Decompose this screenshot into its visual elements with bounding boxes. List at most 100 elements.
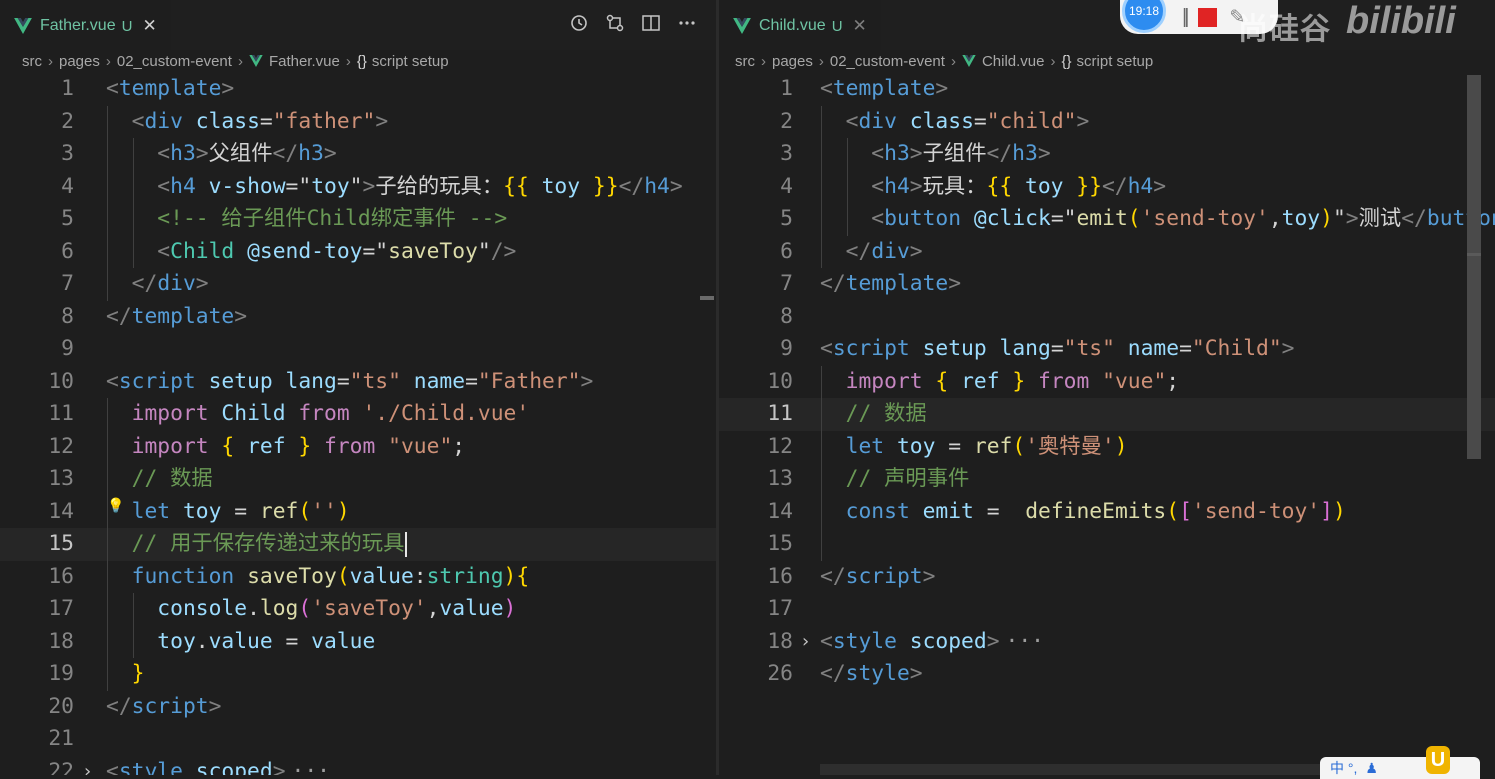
split-editor-icon[interactable] (640, 12, 662, 34)
code-token: '奥特曼' (1025, 433, 1115, 459)
breadcrumb: src › pages › 02_custom-event › Father.v… (22, 48, 716, 74)
code-editor[interactable]: 1 <template> 2 <div class="child"> 3 <h3>子组… (719, 73, 1495, 775)
code-token: </ (986, 141, 1013, 166)
code-line[interactable]: 12 let toy = ref('奥特曼') (719, 431, 1495, 464)
code-line[interactable]: 1 <template> (0, 73, 716, 106)
code-line[interactable]: 20 </script> (0, 691, 716, 724)
code-token: = (336, 368, 350, 394)
code-line[interactable]: 22 › <style scoped> ··· (0, 756, 716, 776)
code-text: </style> (820, 658, 923, 691)
timeline-icon[interactable] (568, 12, 590, 34)
code-line[interactable]: 21 (0, 723, 716, 756)
code-line[interactable]: 2 <div class="child"> (719, 106, 1495, 139)
code-token: name (1127, 336, 1180, 361)
breadcrumb-item[interactable]: src (735, 53, 755, 70)
breadcrumb-item[interactable]: pages (59, 53, 100, 70)
line-number: 20 (48, 693, 74, 719)
tab-child-vue[interactable]: Child.vue U ✕ (719, 0, 881, 51)
line-number: 15 (767, 531, 793, 556)
code-token: </ (820, 271, 846, 296)
code-token: ( (298, 596, 312, 621)
code-token: { (935, 368, 949, 394)
code-line[interactable]: 11 // 数据 (719, 398, 1495, 431)
code-token: = (1050, 206, 1064, 231)
ime-badge[interactable]: U (1426, 746, 1450, 774)
line-number: 10 (767, 368, 793, 394)
close-icon[interactable]: ✕ (142, 16, 156, 36)
tab-title: Father.vue (40, 17, 116, 34)
code-line[interactable]: 8 </template> (0, 301, 716, 334)
code-line[interactable]: 13 // 声明事件 (719, 463, 1495, 496)
line-number: 9 (780, 336, 793, 361)
vue-icon (14, 18, 32, 34)
code-editor[interactable]: 1 <template> 2 <div class="father"> 3 <h3>父… (0, 73, 716, 775)
code-line[interactable]: 3 <h3>子组件</h3> (719, 138, 1495, 171)
code-token: child (999, 108, 1064, 134)
fold-chevron-icon[interactable]: › (82, 756, 93, 776)
code-token: ref (961, 368, 1000, 394)
code-line[interactable]: 9 <script setup lang="ts" name="Child"> (719, 333, 1495, 366)
scrollbar-thumb[interactable] (700, 296, 714, 300)
code-token: ( (1012, 433, 1026, 459)
scrollbar-thumb[interactable] (1467, 75, 1481, 459)
code-token: } (298, 433, 312, 459)
code-text: </div> (820, 236, 923, 269)
compare-changes-icon[interactable] (604, 12, 626, 34)
code-token: > (362, 173, 376, 199)
code-line[interactable]: 8 (719, 301, 1495, 334)
code-token: template (131, 303, 235, 329)
code-line[interactable]: 4 <h4>玩具：{{ toy }}</h4> (719, 171, 1495, 204)
code-line[interactable]: 6 </div> (719, 236, 1495, 269)
code-token: = (973, 108, 987, 134)
code-line[interactable]: 26 </style> (719, 658, 1495, 691)
code-token: > (1037, 141, 1051, 166)
breadcrumb-item[interactable]: 02_custom-event (830, 53, 945, 70)
tab-father-vue[interactable]: Father.vue U ✕ (0, 0, 171, 51)
code-token: ··· (291, 758, 330, 776)
code-line[interactable]: 17 (719, 593, 1495, 626)
stop-icon[interactable] (1198, 7, 1218, 27)
code-token: 'send-toy' (1191, 498, 1321, 524)
code-token: = (259, 108, 273, 134)
breadcrumb-item[interactable]: 02_custom-event (117, 53, 232, 70)
ime-toolbar[interactable]: 中 °, ♟ (1320, 757, 1480, 779)
code-line[interactable]: 14 const emit = defineEmits(['send-toy']… (719, 496, 1495, 529)
code-line[interactable]: 10 <script setup lang="ts" name="Father"> (0, 366, 716, 399)
code-token: > (669, 173, 683, 199)
breadcrumb-item[interactable]: src (22, 53, 42, 70)
code-token: 父组件 (208, 141, 273, 166)
fold-chevron-icon[interactable]: › (800, 626, 811, 659)
code-line[interactable]: 10 import { ref } from "vue"; (719, 366, 1495, 399)
code-line[interactable]: 15 (719, 528, 1495, 561)
code-token: button (1426, 206, 1495, 231)
code-token: < (106, 76, 119, 101)
code-line[interactable]: 5 <button @click="emit('send-toy',toy)">… (719, 203, 1495, 236)
breadcrumb-item[interactable]: script setup (372, 53, 449, 70)
code-token: 玩具： (922, 173, 987, 199)
more-actions-icon[interactable] (676, 12, 698, 34)
breadcrumb-item[interactable]: script setup (1077, 53, 1154, 70)
breadcrumb-item[interactable]: Child.vue (982, 53, 1045, 70)
pause-icon[interactable]: || (1182, 6, 1190, 29)
code-line[interactable]: 9 (0, 333, 716, 366)
code-line[interactable]: 16 </script> (719, 561, 1495, 594)
breadcrumb-item[interactable]: Father.vue (269, 53, 340, 70)
code-token: @send-toy (247, 238, 363, 264)
chevron-right-icon: › (48, 52, 53, 70)
chevron-right-icon: › (345, 52, 351, 70)
close-icon[interactable]: ✕ (853, 16, 867, 36)
code-line[interactable]: 1 <template> (719, 73, 1495, 106)
code-line[interactable]: 7 </template> (719, 268, 1495, 301)
line-number: 12 (48, 433, 74, 459)
breadcrumb-item[interactable]: pages (772, 53, 813, 70)
code-token: value (208, 628, 273, 654)
code-line[interactable]: 18 › <style scoped> ··· (719, 626, 1495, 659)
